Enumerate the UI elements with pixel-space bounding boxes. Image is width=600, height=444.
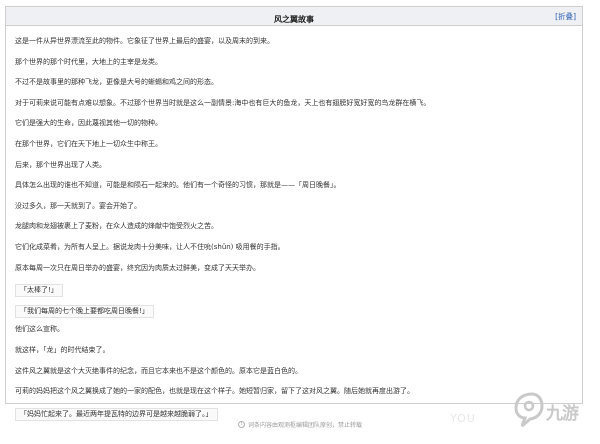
story-paragraph: 龙腿肉和龙翅被裹上了麦粉，在众人造成的烽献中饱受烈火之苦。 bbox=[15, 222, 218, 231]
story-paragraph: 这是一件从异世界漂流至此的物件。它象征了世界上最后的盛宴，以及周末的到来。 bbox=[15, 37, 274, 45]
jiuyou-logo-icon bbox=[514, 392, 544, 428]
story-paragraph: 具体怎么出现的谁也不知道，可能是和陨石一起来的。他们有一个奇怪的习惯，那就是——… bbox=[15, 181, 341, 190]
story-paragraph: 后来，那个世界出现了人类。 bbox=[15, 160, 106, 169]
story-paragraph: 原本每周一次只在周日举办的盛宴，终究因为肉质太过鲜美，变成了天天举办。 bbox=[15, 263, 260, 272]
collapse-label: 折叠 bbox=[558, 12, 574, 21]
story-paragraph: 这件风之翼就是这个大灭绝事件的纪念，而且它本来也不是这个颜色的。原本它是蓝白色的… bbox=[15, 366, 302, 375]
collapse-toggle[interactable]: [折叠] bbox=[555, 11, 576, 22]
story-body: 这是一件从异世界漂流至此的物件。它象征了世界上最后的盛宴，以及周末的到来。 那个世… bbox=[6, 26, 582, 428]
watermark-logo: 九游 bbox=[512, 388, 590, 432]
story-paragraph: 可莉的妈妈把这个风之翼换成了她的一家的配色，也就是现在这个样子。她短暂归家，留下… bbox=[15, 387, 414, 396]
story-paragraph: 不过不是故事里的那种飞龙，更像是大号的蜥蜴和鸡之间的形态。 bbox=[15, 78, 218, 87]
story-panel: 风之翼故事 [折叠] 这是一件从异世界漂流至此的物件。它象征了世界上最后的盛宴，… bbox=[5, 6, 583, 421]
story-quote: 「我们每周的七个晚上要都吃周日晚餐!」 bbox=[15, 304, 582, 326]
panel-header: 风之翼故事 [折叠] bbox=[6, 7, 582, 26]
copyright-text: 词条内容由观测枢编辑团队原创，禁止转载 bbox=[247, 422, 362, 429]
story-paragraph: 对于可莉来说可能有点难以想象。不过那个世界当时就是这么一副情景:海中也有巨大的鱼… bbox=[15, 98, 431, 107]
story-paragraph: 他们这么宣称。 bbox=[15, 325, 64, 334]
story-paragraph: 它们是强大的生命，因此蔑视其他一切的物种。 bbox=[15, 119, 162, 128]
story-paragraph: 在那个世界，它们在天下地上一切众生中称王。 bbox=[15, 139, 162, 148]
story-quote: 「太棒了!」 bbox=[15, 284, 582, 305]
watermark-text: 九游 bbox=[546, 404, 579, 424]
watermark-faint-text: YOU bbox=[450, 412, 476, 425]
story-paragraph: 没过多久，那一天就到了。宴会开始了。 bbox=[15, 201, 141, 210]
copyright-notice: i 词条内容由观测枢编辑团队原创，禁止转载 bbox=[237, 420, 362, 429]
quote-box: 「我们每周的七个晚上要都吃周日晚餐!」 bbox=[15, 304, 154, 318]
footer: i 词条内容由观测枢编辑团队原创，禁止转载 bbox=[0, 410, 600, 429]
story-paragraph: 就这样，「龙」的时代结束了。 bbox=[15, 345, 110, 354]
info-icon: i bbox=[237, 421, 245, 428]
panel-title: 风之翼故事 bbox=[274, 15, 314, 24]
story-paragraph: 那个世界的那个时代里，大地上的主宰是龙类。 bbox=[15, 57, 162, 66]
quote-box: 「太棒了!」 bbox=[15, 284, 63, 298]
story-paragraph: 它们化成菜肴，为所有人呈上。据说龙肉十分美味，让人不住吮(shǔn) 吸用餐的手… bbox=[15, 242, 285, 251]
collapse-bracket-right: ] bbox=[573, 12, 576, 21]
